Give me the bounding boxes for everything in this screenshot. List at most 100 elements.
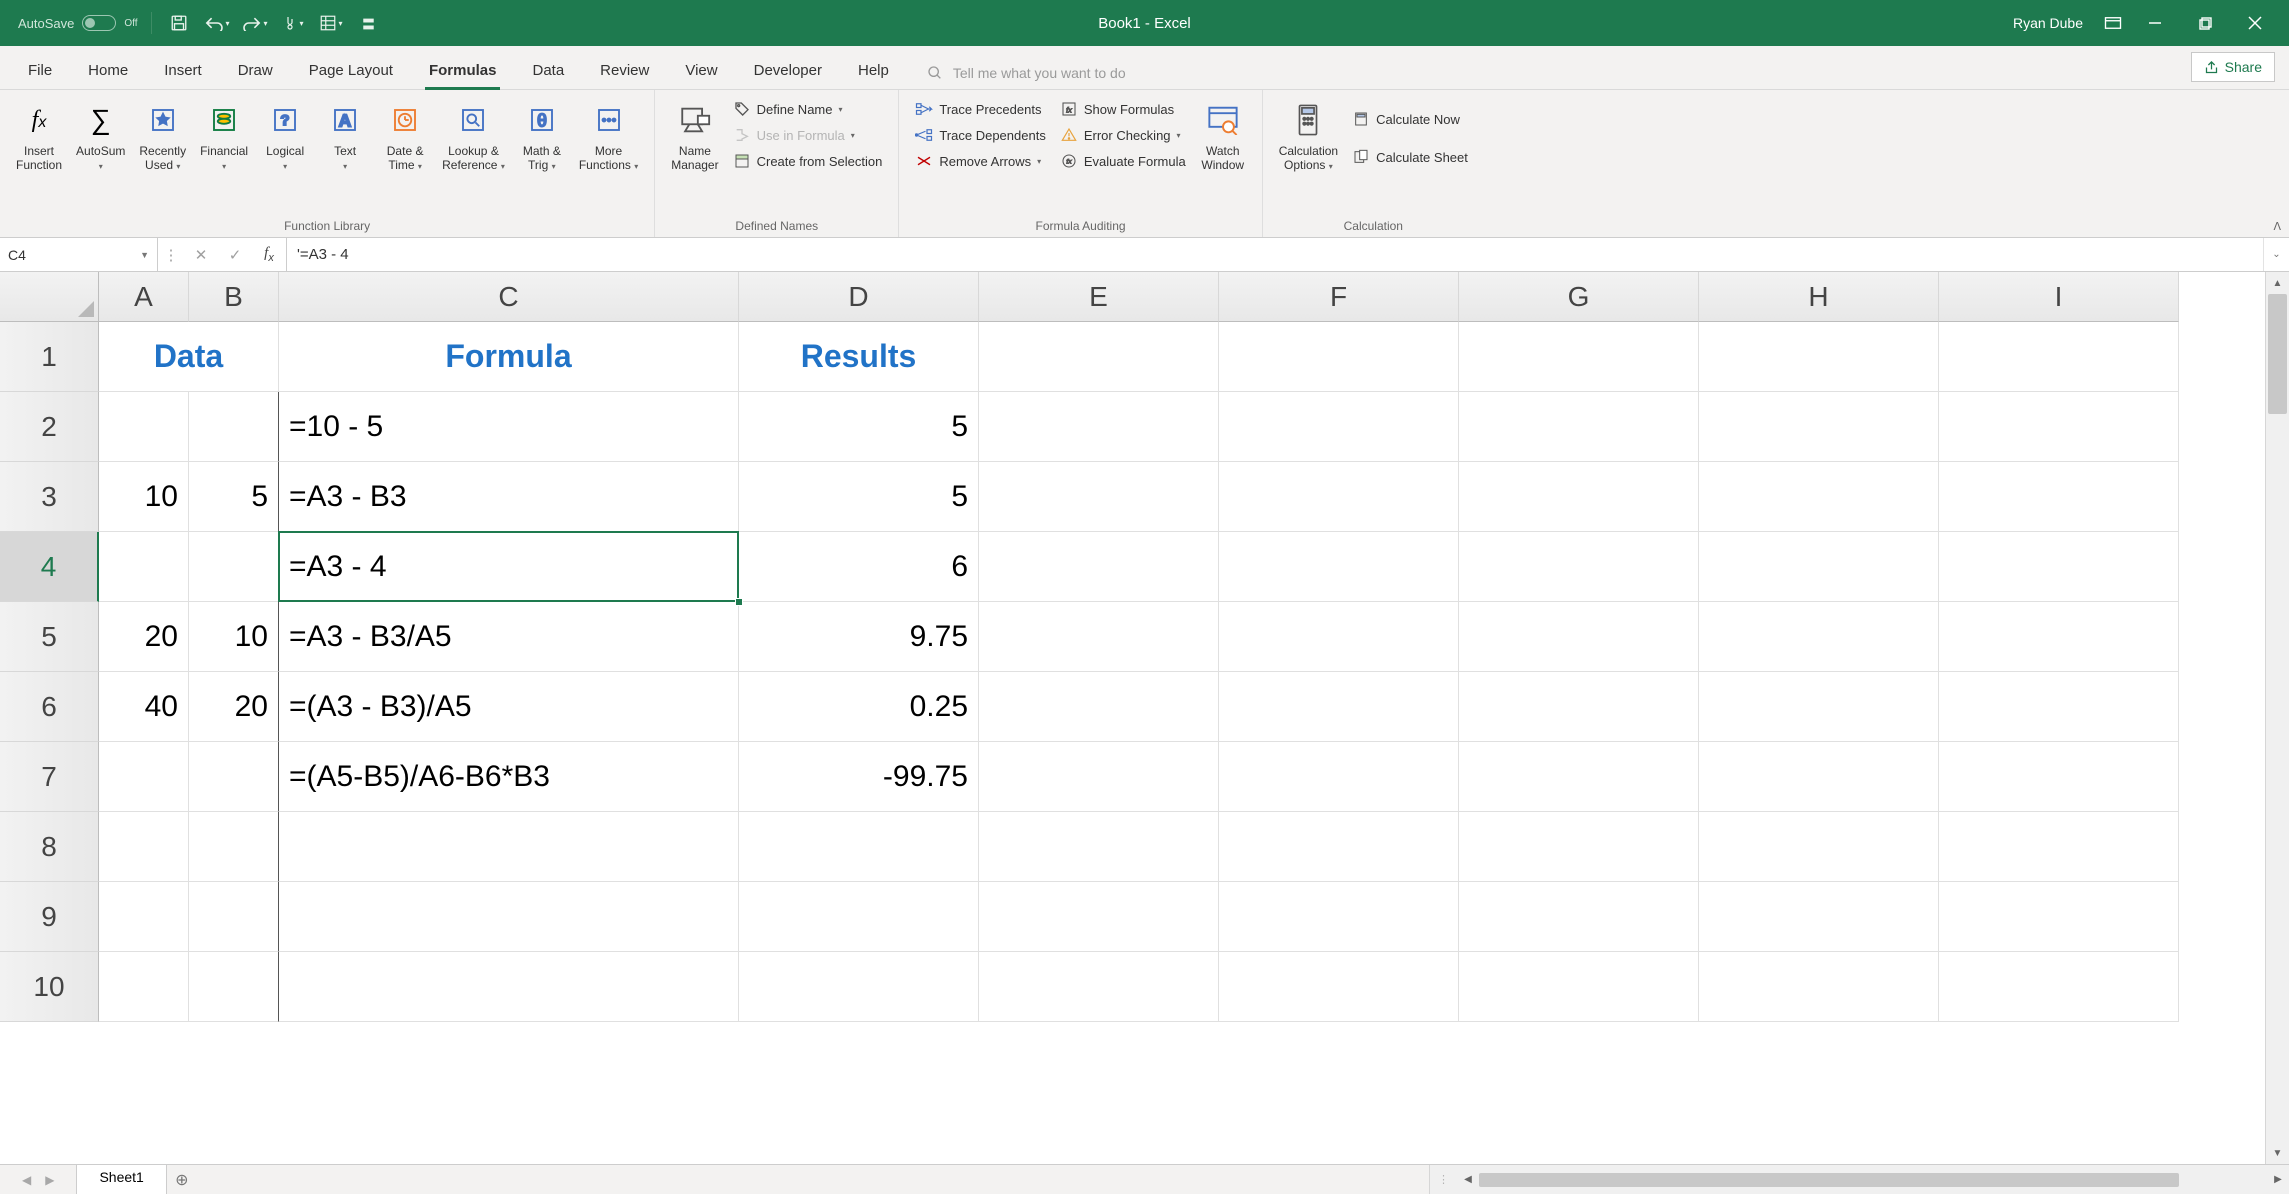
horizontal-scrollbar[interactable]: ⋮ ◀ ▶ [1429, 1165, 2289, 1194]
cell-G2[interactable] [1459, 392, 1699, 462]
cell-F4[interactable] [1219, 532, 1459, 602]
cell-C7[interactable]: =(A5-B5)/A6-B6*B3 [279, 742, 739, 812]
column-header-H[interactable]: H [1699, 272, 1939, 322]
column-header-B[interactable]: B [189, 272, 279, 322]
tab-home[interactable]: Home [70, 52, 146, 89]
cell-C8[interactable] [279, 812, 739, 882]
calculation-options-button[interactable]: Calculation Options ▾ [1273, 96, 1344, 177]
scroll-right-button[interactable]: ▶ [2267, 1174, 2289, 1185]
cell-C3[interactable]: =A3 - B3 [279, 462, 739, 532]
share-button[interactable]: Share [2191, 52, 2275, 82]
cell-H5[interactable] [1699, 602, 1939, 672]
cell-C5[interactable]: =A3 - B3/A5 [279, 602, 739, 672]
vscroll-thumb[interactable] [2268, 294, 2287, 414]
cell-I9[interactable] [1939, 882, 2179, 952]
cell-F10[interactable] [1219, 952, 1459, 1022]
cell-H4[interactable] [1699, 532, 1939, 602]
cell-B5[interactable]: 10 [189, 602, 279, 672]
financial-button[interactable]: Financial▾ [194, 96, 254, 177]
cell-F5[interactable] [1219, 602, 1459, 672]
cell-F1[interactable] [1219, 322, 1459, 392]
cell-A1[interactable]: Data [99, 322, 279, 392]
vscroll-track[interactable] [2266, 294, 2289, 1142]
column-header-D[interactable]: D [739, 272, 979, 322]
cell-G9[interactable] [1459, 882, 1699, 952]
tab-file[interactable]: File [10, 52, 70, 89]
scroll-up-button[interactable]: ▲ [2266, 272, 2289, 294]
cell-A9[interactable] [99, 882, 189, 952]
more-functions-button[interactable]: More Functions ▾ [573, 96, 644, 177]
user-name[interactable]: Ryan Dube [2013, 15, 2083, 31]
cell-F8[interactable] [1219, 812, 1459, 882]
cell-F9[interactable] [1219, 882, 1459, 952]
cell-I7[interactable] [1939, 742, 2179, 812]
cell-E2[interactable] [979, 392, 1219, 462]
cell-E1[interactable] [979, 322, 1219, 392]
cell-I2[interactable] [1939, 392, 2179, 462]
cell-A6[interactable]: 40 [99, 672, 189, 742]
insert-function-fx-button[interactable]: fx [252, 245, 286, 264]
cell-F3[interactable] [1219, 462, 1459, 532]
cell-A3[interactable]: 10 [99, 462, 189, 532]
select-all-corner[interactable] [0, 272, 99, 322]
expand-formula-bar-button[interactable]: ⌄ [2263, 238, 2289, 271]
formula-bar-input[interactable]: '=A3 - 4 [287, 238, 2263, 271]
cell-D3[interactable]: 5 [739, 462, 979, 532]
cell-E7[interactable] [979, 742, 1219, 812]
tab-developer[interactable]: Developer [736, 52, 840, 89]
cell-B10[interactable] [189, 952, 279, 1022]
cell-F2[interactable] [1219, 392, 1459, 462]
tab-data[interactable]: Data [514, 52, 582, 89]
hscroll-track[interactable] [1479, 1171, 2267, 1189]
row-header-3[interactable]: 3 [0, 462, 99, 532]
cell-I8[interactable] [1939, 812, 2179, 882]
cell-I4[interactable] [1939, 532, 2179, 602]
row-header-10[interactable]: 10 [0, 952, 99, 1022]
cell-grid[interactable]: DataFormulaResults=10 - 55105=A3 - B35=A… [99, 322, 2265, 1164]
column-header-F[interactable]: F [1219, 272, 1459, 322]
cell-D4[interactable]: 6 [739, 532, 979, 602]
split-handle[interactable]: ⋮ [1430, 1173, 1457, 1186]
scroll-down-button[interactable]: ▼ [2266, 1142, 2289, 1164]
enter-icon[interactable]: ✓ [218, 246, 252, 264]
cell-H1[interactable] [1699, 322, 1939, 392]
sheet-tab-sheet1[interactable]: Sheet1 [76, 1164, 166, 1194]
ribbon-display-options-button[interactable] [2097, 7, 2129, 39]
cell-B6[interactable]: 20 [189, 672, 279, 742]
column-header-A[interactable]: A [99, 272, 189, 322]
sheet-next-button[interactable]: ▶ [45, 1173, 54, 1187]
cell-B2[interactable] [189, 392, 279, 462]
cell-I5[interactable] [1939, 602, 2179, 672]
cell-F6[interactable] [1219, 672, 1459, 742]
cell-G4[interactable] [1459, 532, 1699, 602]
calculate-now-button[interactable]: Calculate Now [1346, 108, 1474, 130]
save-button[interactable] [165, 9, 193, 37]
cell-D8[interactable] [739, 812, 979, 882]
cell-B4[interactable] [189, 532, 279, 602]
tab-draw[interactable]: Draw [220, 52, 291, 89]
cell-A5[interactable]: 20 [99, 602, 189, 672]
autosum-button[interactable]: ∑ AutoSum▾ [70, 96, 131, 177]
cell-D5[interactable]: 9.75 [739, 602, 979, 672]
minimize-button[interactable] [2131, 0, 2179, 46]
math-trig-button[interactable]: θ Math & Trig ▾ [513, 96, 571, 177]
cell-A2[interactable] [99, 392, 189, 462]
maximize-button[interactable] [2181, 0, 2229, 46]
cell-I1[interactable] [1939, 322, 2179, 392]
column-header-G[interactable]: G [1459, 272, 1699, 322]
create-from-selection-button[interactable]: Create from Selection [727, 150, 889, 172]
customize-qat-button[interactable]: 〓 [355, 9, 383, 37]
name-box[interactable]: C4 ▼ [0, 238, 158, 271]
row-header-7[interactable]: 7 [0, 742, 99, 812]
cell-E9[interactable] [979, 882, 1219, 952]
cell-D9[interactable] [739, 882, 979, 952]
cell-D6[interactable]: 0.25 [739, 672, 979, 742]
row-header-5[interactable]: 5 [0, 602, 99, 672]
redo-button[interactable]: ▾ [241, 9, 269, 37]
error-checking-button[interactable]: Error Checking ▾ [1054, 124, 1192, 146]
vertical-scrollbar[interactable]: ▲ ▼ [2265, 272, 2289, 1164]
tab-help[interactable]: Help [840, 52, 907, 89]
cell-D1[interactable]: Results [739, 322, 979, 392]
text-button[interactable]: A Text▾ [316, 96, 374, 177]
form-button[interactable]: ▾ [317, 9, 345, 37]
